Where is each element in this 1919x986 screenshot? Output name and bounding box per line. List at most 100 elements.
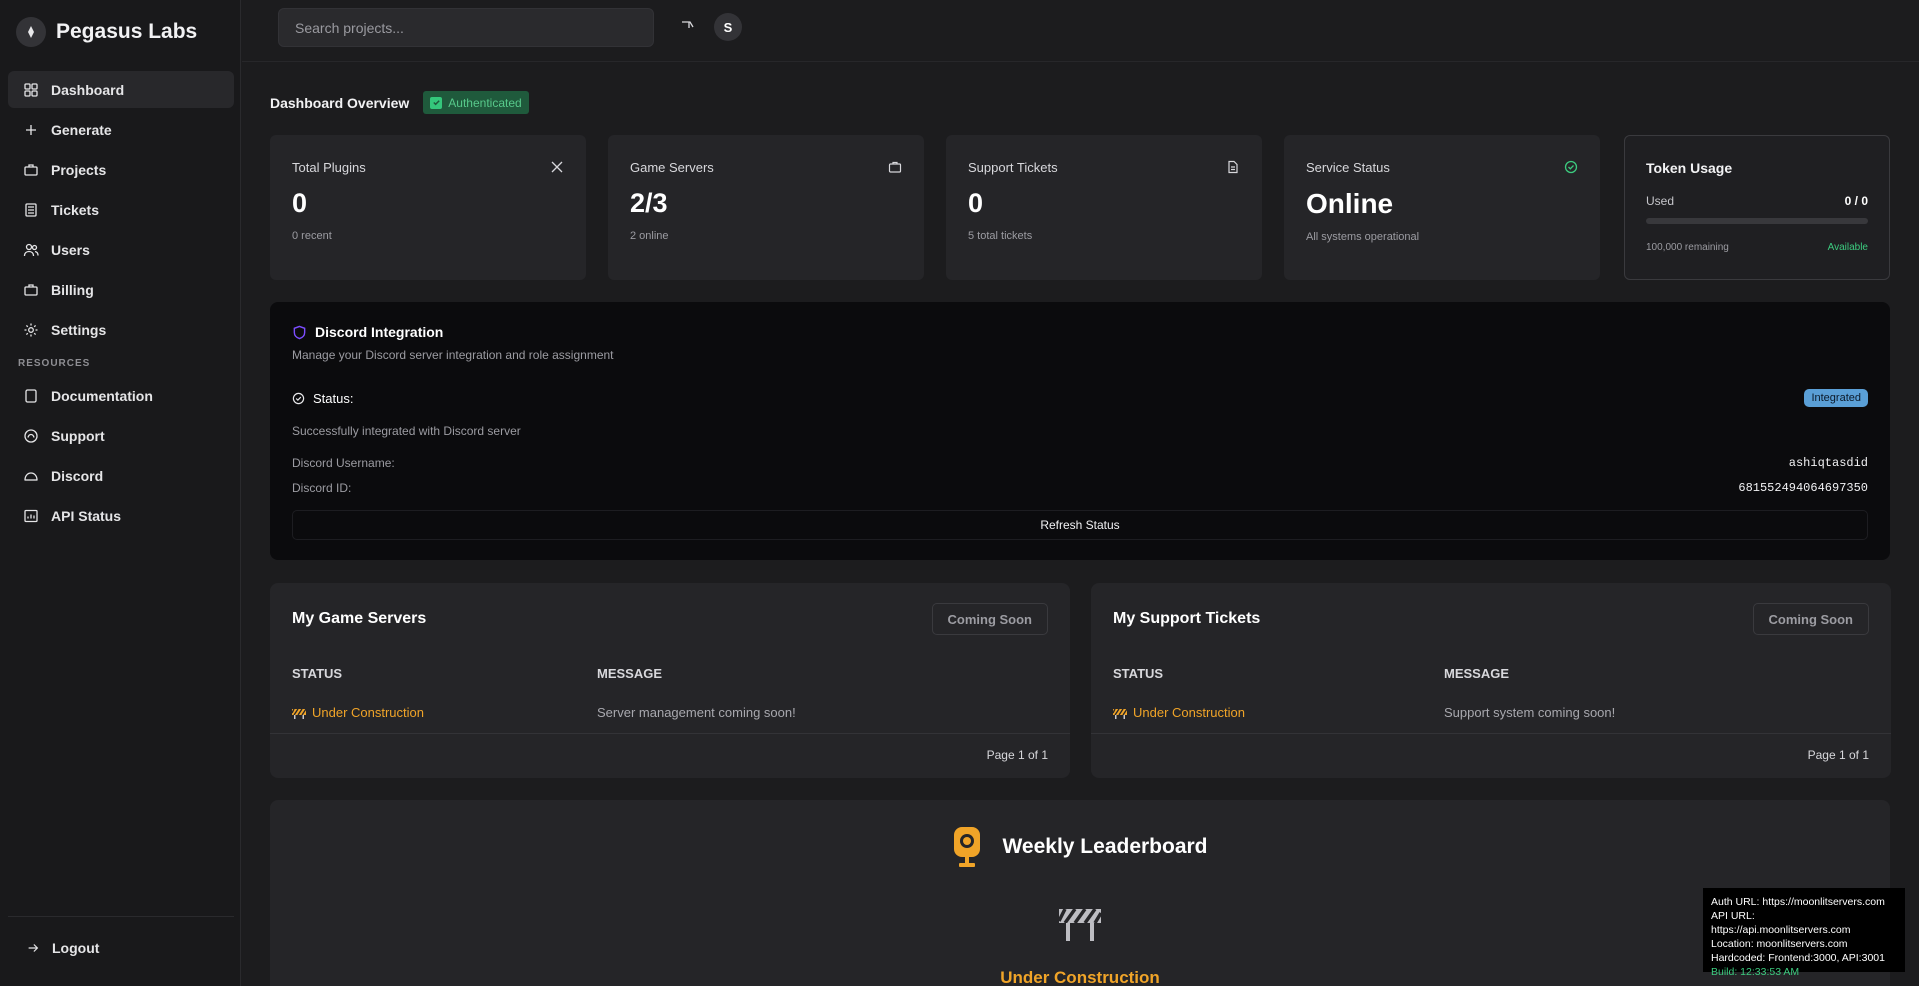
refresh-status-button[interactable]: Refresh Status — [292, 510, 1868, 540]
checkbox-checked-icon — [430, 96, 443, 109]
stat-label: Service Status — [1306, 160, 1390, 175]
auth-badge-label: Authenticated — [448, 95, 522, 110]
token-used-row: Used 0 / 0 — [1646, 194, 1868, 208]
game-servers-title: My Game Servers — [292, 610, 427, 627]
sidebar-nav: Dashboard Generate Projects Tickets User… — [8, 71, 234, 537]
column-header-status: STATUS — [292, 666, 343, 681]
support-tickets-header: My Support Tickets Coming Soon — [1113, 603, 1869, 635]
stat-card-service-status: Service Status Online All systems operat… — [1284, 135, 1600, 280]
token-used-value: 0 / 0 — [1844, 194, 1868, 208]
sidebar-item-discord[interactable]: Discord — [8, 457, 234, 494]
construction-barrier-icon — [292, 708, 306, 719]
pegasus-logo-icon — [16, 17, 46, 47]
discord-username: ashiqtasdid — [1788, 456, 1868, 470]
stat-value: 2/3 — [630, 188, 668, 218]
row-divider — [1091, 733, 1891, 734]
game-servers-header: My Game Servers Coming Soon — [292, 603, 1048, 635]
leaderboard-title-row: Weekly Leaderboard — [270, 825, 1890, 869]
stat-card-total-plugins: Total Plugins 0 0 recent — [270, 135, 586, 280]
coming-soon-button[interactable]: Coming Soon — [931, 603, 1048, 635]
stat-sub: 0 recent — [292, 230, 332, 242]
sidebar-item-generate[interactable]: Generate — [8, 111, 234, 148]
discord-username-row: Discord Username: ashiqtasdid — [292, 456, 1868, 470]
game-servers-card: My Game Servers Coming Soon STATUS MESSA… — [270, 583, 1070, 778]
sidebar-item-label: Billing — [51, 281, 94, 298]
debug-location: Location: moonlitservers.com — [1711, 938, 1848, 950]
plus-icon — [26, 124, 36, 135]
sidebar-item-documentation[interactable]: Documentation — [8, 377, 234, 414]
stat-label: Game Servers — [630, 160, 714, 175]
search-input[interactable] — [278, 8, 654, 47]
discord-status-label: Status: — [313, 390, 354, 406]
row-divider — [270, 733, 1070, 734]
discord-id: 681552494064697350 — [1738, 481, 1868, 495]
sidebar-item-label: Documentation — [51, 387, 153, 404]
pagination: Page 1 of 1 — [1807, 748, 1869, 762]
logout-button[interactable]: Logout — [8, 930, 234, 966]
debug-hardcoded: Hardcoded: Frontend:3000, API:3001 — [1711, 952, 1885, 964]
sidebar-item-support[interactable]: Support — [8, 417, 234, 454]
sidebar-item-dashboard[interactable]: Dashboard — [8, 71, 234, 108]
page-title: Dashboard Overview — [270, 94, 410, 111]
discord-username-label: Discord Username: — [292, 456, 395, 470]
token-used-label: Used — [1646, 194, 1675, 208]
sidebar-item-tickets[interactable]: Tickets — [8, 191, 234, 228]
sidebar-divider — [8, 916, 234, 917]
discord-description: Manage your Discord server integration a… — [292, 348, 614, 362]
grid-icon — [24, 82, 38, 97]
briefcase-icon — [24, 283, 38, 296]
book-icon — [25, 388, 37, 403]
debug-info-overlay: Auth URL: https://moonlitservers.com API… — [1703, 888, 1905, 978]
sidebar-item-settings[interactable]: Settings — [8, 311, 234, 348]
token-usage-title: Token Usage — [1646, 160, 1733, 176]
theme-toggle-icon[interactable] — [676, 15, 698, 37]
column-header-message: MESSAGE — [597, 666, 663, 681]
table-row-status: Under Construction — [1113, 705, 1245, 720]
resources-heading: RESOURCES — [18, 358, 91, 369]
row-status-text: Under Construction — [312, 705, 424, 720]
leaderboard-title: Weekly Leaderboard — [1002, 835, 1208, 858]
discord-integration-panel: Discord Integration Manage your Discord … — [270, 302, 1890, 560]
leaderboard-status: Under Construction — [1000, 968, 1160, 986]
column-header-status: STATUS — [1113, 666, 1164, 681]
briefcase-icon — [24, 163, 38, 176]
token-availability: Available — [1827, 242, 1868, 253]
logout-icon — [28, 944, 39, 952]
table-row-status: Under Construction — [292, 705, 424, 720]
discord-title: Discord Integration — [315, 324, 444, 340]
discord-icon — [24, 471, 38, 481]
weekly-leaderboard-card: Weekly Leaderboard Under Construction — [270, 800, 1890, 986]
sidebar-item-users[interactable]: Users — [8, 231, 234, 268]
sidebar-item-label: Dashboard — [51, 81, 125, 98]
discord-status-message: Successfully integrated with Discord ser… — [292, 424, 521, 438]
table-row-message: Support system coming soon! — [1444, 705, 1616, 720]
check-circle-icon — [1564, 160, 1578, 174]
sidebar-item-billing[interactable]: Billing — [8, 271, 234, 308]
construction-barrier-icon — [1059, 907, 1101, 941]
token-usage-bar — [1646, 218, 1868, 224]
coming-soon-button[interactable]: Coming Soon — [1752, 603, 1869, 635]
server-icon — [888, 161, 902, 173]
stat-value: 0 — [292, 188, 308, 218]
discord-status-row: Status: Integrated — [292, 389, 1868, 407]
token-usage-card: Token Usage Used 0 / 0 100,000 remaining… — [1624, 135, 1890, 280]
discord-id-row: Discord ID: 681552494064697350 — [292, 481, 1868, 495]
brand[interactable]: Pegasus Labs — [16, 16, 197, 48]
page-title-row: Dashboard Overview Authenticated — [270, 91, 529, 114]
avatar[interactable]: S — [714, 13, 742, 41]
ticket-icon — [25, 202, 37, 217]
sidebar-item-projects[interactable]: Projects — [8, 151, 234, 188]
sidebar-item-label: Generate — [51, 121, 112, 138]
discord-title-row: Discord Integration — [292, 324, 1868, 340]
document-icon — [1228, 160, 1238, 174]
auth-badge: Authenticated — [423, 91, 529, 114]
sidebar-item-api-status[interactable]: API Status — [8, 497, 234, 534]
sidebar: Pegasus Labs Dashboard Generate Projects… — [0, 0, 241, 986]
construction-barrier-icon — [1113, 708, 1127, 719]
shield-icon — [293, 325, 306, 339]
sidebar-item-label: Settings — [51, 321, 107, 338]
sidebar-item-label: Tickets — [51, 201, 99, 218]
debug-api-url: API URL: https://api.moonlitservers.com — [1711, 910, 1851, 936]
integrated-badge: Integrated — [1804, 389, 1868, 407]
stat-value: 0 — [968, 188, 984, 218]
